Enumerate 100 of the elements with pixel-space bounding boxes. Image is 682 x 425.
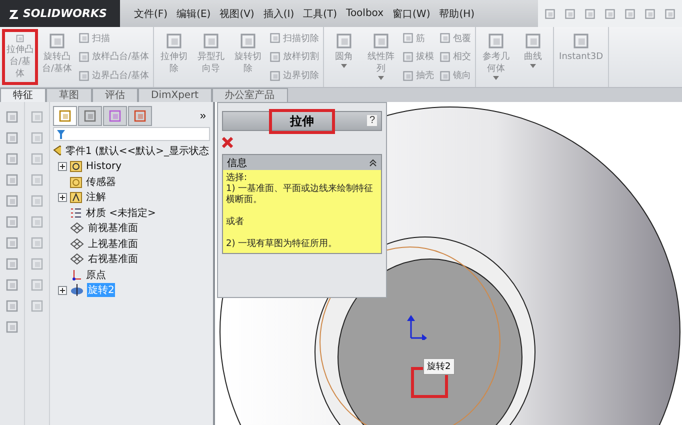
toolbar-button[interactable]: 放样切割 (267, 50, 322, 64)
toolbar-button[interactable]: 边界凸台/基体 (76, 69, 152, 82)
feature-tool-icon (78, 50, 90, 63)
filter-field[interactable] (53, 127, 210, 141)
tree-item[interactable]: 传感器 (85, 174, 117, 189)
tree-item[interactable]: 旋转2 (87, 283, 116, 298)
expand-icon[interactable] (58, 162, 67, 171)
chevron-icon (369, 158, 377, 166)
expand-icon[interactable] (58, 286, 67, 295)
feature-tool-icon (165, 32, 184, 50)
caret-icon (493, 76, 500, 80)
section-header[interactable]: 信息 (223, 155, 381, 170)
tool-icon (5, 215, 19, 229)
tree-item[interactable]: 右视基准面 (87, 252, 139, 266)
tool-icon (5, 257, 19, 271)
tool-icon (5, 299, 19, 313)
plane-icon (70, 253, 84, 266)
toolbar-button[interactable]: 扫描 (76, 32, 152, 45)
manager-tab[interactable] (53, 106, 77, 126)
tool-icon (30, 278, 44, 292)
tab[interactable]: 特征 (0, 88, 46, 102)
tool-icon (5, 110, 19, 124)
help-button[interactable]: ? (367, 115, 377, 126)
revolve-icon (70, 284, 84, 296)
toolbar-button[interactable]: 扫描切除 (267, 32, 322, 45)
tool-icon (30, 152, 44, 166)
toolbar-button[interactable]: 曲线 (515, 29, 552, 85)
tool-icon (5, 278, 19, 292)
tool-icon (30, 257, 44, 271)
menu-item[interactable]: Toolbox (346, 8, 384, 19)
caret-icon (378, 76, 384, 80)
tool-icon (30, 131, 44, 145)
feature-tool-icon (439, 32, 452, 44)
tab[interactable]: DimXpert (138, 88, 212, 102)
tree-item[interactable]: 零件1 (默认<<默认>_显示状态 (64, 144, 210, 158)
caret-icon (530, 64, 536, 68)
panel-title: 拉伸 (269, 108, 335, 134)
feature-tool-icon (269, 32, 282, 44)
toolbar-button[interactable]: 边界切除 (267, 69, 322, 82)
tree-item[interactable]: 注解 (85, 190, 107, 204)
gauge-folder-icon (70, 176, 82, 188)
tree-item[interactable]: History (85, 160, 123, 172)
toolbar-button[interactable]: 拉伸切除 (156, 29, 192, 85)
tree-item[interactable]: 原点 (85, 268, 107, 282)
toolbar-button[interactable]: 筋 (400, 32, 436, 45)
logo-icon (8, 8, 20, 20)
tree-item[interactable]: 材质 <未指定> (85, 206, 157, 220)
clock-folder-icon (70, 160, 82, 172)
toolbar-button[interactable]: 线性阵列 (363, 29, 400, 85)
tab[interactable]: 评估 (92, 88, 138, 102)
tool-icon (5, 194, 19, 208)
toolbar-button[interactable]: 旋转凸台/基体 (39, 29, 75, 85)
toolbar-button[interactable]: 异型孔向导 (193, 29, 230, 85)
feature-tool-icon (78, 70, 90, 82)
part-icon (53, 144, 62, 157)
toolbar-button[interactable]: 抽壳 (400, 69, 436, 82)
menu-item[interactable]: 视图(V) (220, 6, 254, 20)
toolbar-button[interactable]: 镜向 (437, 69, 474, 82)
close-icon[interactable] (222, 137, 233, 148)
manager-tab[interactable] (103, 106, 127, 126)
feature-tool-icon (372, 32, 390, 50)
feature-tool-icon (78, 32, 90, 44)
letter-folder-icon (70, 191, 82, 204)
tool-icon (5, 173, 19, 187)
tooltip: 旋转2 (423, 358, 455, 375)
menu-item[interactable]: 编辑(E) (176, 6, 211, 20)
toolbar-button[interactable]: 放样凸台/基体 (76, 50, 152, 64)
expand-icon[interactable] (58, 192, 67, 202)
toolbar-button[interactable]: 拔模 (400, 50, 436, 64)
toolbar-button[interactable]: 包覆 (437, 32, 474, 45)
tool-icon (5, 152, 19, 166)
manager-tab[interactable] (128, 106, 152, 126)
feature-tool-icon (269, 70, 282, 82)
toolbar-button[interactable]: 圆角 (326, 29, 362, 85)
menu-item[interactable]: 文件(F) (134, 6, 168, 20)
toolbar-button[interactable]: 旋转切除 (230, 29, 266, 85)
tab[interactable]: 办公室产品 (212, 88, 288, 102)
toolbar-button[interactable]: 相交 (437, 50, 474, 64)
material-icon (70, 206, 82, 219)
feature-tool-icon (572, 32, 590, 50)
manager-tab[interactable] (78, 106, 102, 126)
tree-item[interactable]: 前视基准面 (87, 221, 139, 236)
menu-item[interactable]: 窗口(W) (392, 6, 430, 20)
feature-tool-icon (487, 32, 506, 50)
tool-icon (5, 320, 19, 334)
more-button[interactable]: » (196, 110, 210, 122)
menu-item[interactable]: 帮助(H) (439, 6, 475, 20)
feature-tool-icon (335, 32, 354, 50)
menu-item[interactable]: 工具(T) (303, 6, 338, 20)
tab[interactable]: 草图 (46, 88, 92, 102)
toolbar-button[interactable]: 参考几何体 (478, 29, 514, 85)
menu-item[interactable]: 插入(I) (263, 6, 294, 20)
feature-tool-icon (439, 50, 452, 63)
toolbar-button[interactable]: 拉伸凸台/基体 (2, 29, 38, 85)
tool-icon (30, 173, 44, 187)
tool-icon (5, 236, 19, 250)
manager-icon (133, 109, 147, 123)
tool-icon (30, 215, 44, 229)
tree-item[interactable]: 上视基准面 (87, 236, 139, 251)
toolbar-button[interactable]: Instant3D (556, 29, 606, 85)
